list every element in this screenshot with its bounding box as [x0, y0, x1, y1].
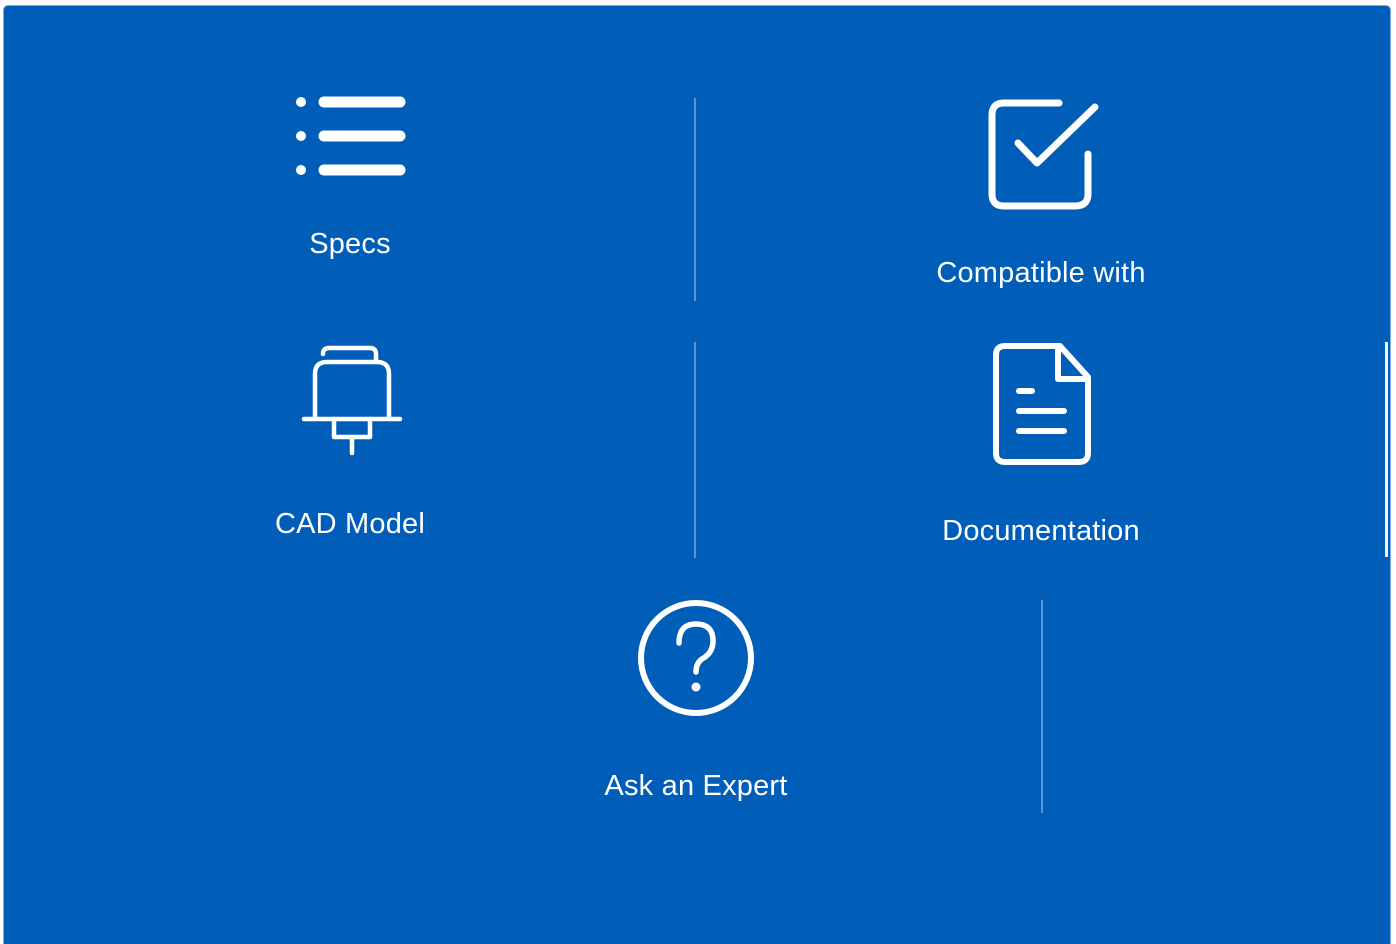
list-icon	[296, 96, 406, 176]
divider	[694, 98, 696, 301]
checkbox-check-icon	[988, 99, 1099, 210]
divider	[1041, 600, 1043, 813]
compatible-with-label: Compatible with	[936, 257, 1146, 289]
question-circle-icon	[638, 600, 754, 716]
resource-links-panel: Specs Compatible with CAD Model Document…	[4, 6, 1390, 944]
document-icon	[993, 343, 1091, 465]
cad-model-link[interactable]: CAD Model	[200, 340, 500, 550]
ask-an-expert-label: Ask an Expert	[604, 770, 788, 802]
specs-link[interactable]: Specs	[200, 92, 500, 282]
documentation-link[interactable]: Documentation	[891, 340, 1191, 555]
compatible-with-link[interactable]: Compatible with	[891, 92, 1191, 312]
cad-model-label: CAD Model	[274, 508, 426, 540]
divider	[694, 342, 696, 558]
cad-part-icon	[301, 345, 403, 456]
specs-label: Specs	[309, 228, 391, 260]
documentation-label: Documentation	[942, 515, 1140, 547]
ask-an-expert-link[interactable]: Ask an Expert	[546, 596, 846, 816]
panel-edge	[1385, 342, 1388, 557]
